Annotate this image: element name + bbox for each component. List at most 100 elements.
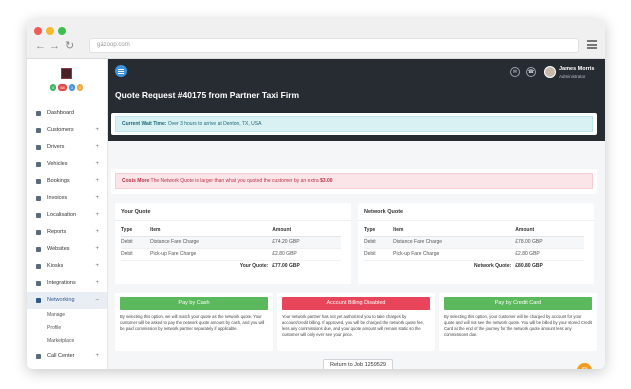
expand-icon[interactable]: + [95, 207, 99, 224]
column-header: Type [364, 225, 394, 237]
expand-icon[interactable]: + [95, 241, 99, 258]
kiosk-icon [36, 264, 41, 269]
expand-icon[interactable]: + [95, 348, 99, 365]
sidebar-item-integrations[interactable]: Integrations + [27, 275, 107, 292]
maximize-window-button[interactable] [58, 27, 66, 35]
cell-item: Distance Fare Charge [150, 236, 273, 249]
sidebar-item-label: Integrations [47, 280, 76, 286]
hamburger-icon[interactable] [587, 40, 597, 49]
sidebar-item-label: Dashboard [47, 110, 74, 116]
sidebar-item-websites[interactable]: Websites + [27, 241, 107, 258]
cell-type: Debit [364, 236, 394, 249]
table-row: Debit Pick-up Fare Charge £2.80 GBP [364, 248, 584, 261]
payment-card: Pay by Cash By selecting this option, we … [115, 293, 273, 351]
sidebar-item-label: Customers [47, 127, 74, 133]
sidebar-item-dashboard[interactable]: Dashboard [27, 105, 107, 122]
car-icon [36, 162, 41, 167]
payment-option-button[interactable]: Pay by Credit Card [444, 297, 592, 310]
user-name[interactable]: James Morris [559, 66, 594, 72]
total-label: Network Quote: [474, 263, 512, 270]
column-header: Type [121, 225, 151, 237]
column-header: Amount [515, 225, 584, 237]
column-header: Item [150, 225, 273, 237]
map-icon [36, 213, 41, 218]
chat-icon[interactable]: ✉ [577, 363, 592, 369]
menu-toggle-icon[interactable] [115, 65, 127, 77]
reload-icon[interactable]: ↻ [65, 40, 74, 52]
payment-card: Pay by Credit Card By selecting this opti… [439, 293, 597, 351]
total-row: Your Quote: £77.00 GBP [121, 260, 341, 272]
sidebar-item-call-center[interactable]: Call Center + [27, 348, 107, 365]
column-header: Amount [272, 225, 341, 237]
sidebar-item-invoices[interactable]: Invoices + [27, 190, 107, 207]
cost-text: The Network Quote is larger than what yo… [149, 178, 321, 184]
expand-icon[interactable]: + [95, 173, 99, 190]
return-to-job-button[interactable]: Return to Job 1259529 [323, 359, 393, 369]
expand-icon[interactable]: + [95, 258, 99, 275]
arrow-right-icon[interactable]: → [49, 40, 60, 52]
sidebar-subitem-marketplace[interactable]: Marketplace [27, 335, 107, 348]
cell-amount: £2.80 GBP [272, 248, 341, 261]
expand-icon[interactable]: + [95, 275, 99, 292]
sidebar-item-customers[interactable]: Customers + [27, 122, 107, 139]
expand-icon[interactable]: + [95, 139, 99, 156]
sidebar-subitem-profile[interactable]: Profile [27, 322, 107, 335]
expand-icon[interactable]: + [95, 156, 99, 173]
payment-option-button[interactable]: Account Billing Disabled [282, 297, 430, 310]
sidebar-item-vehicles[interactable]: Vehicles + [27, 156, 107, 173]
wait-time-label: Current Wait Time: [122, 121, 167, 127]
url-bar[interactable]: gazoop.com [89, 38, 579, 53]
sidebar-item-label: Call Center [47, 353, 75, 359]
sidebar-item-label: Invoices [47, 195, 68, 201]
notification-badges: 0 68 3 0 [50, 84, 84, 91]
browser-chrome: ← → ↻ gazoop.com [27, 19, 605, 59]
sidebar-item-kiosks[interactable]: Kiosks + [27, 258, 107, 275]
globe-icon [36, 247, 41, 252]
divider [358, 220, 594, 221]
cell-item: Pick-up Fare Charge [393, 248, 516, 261]
chart-icon [36, 230, 41, 235]
user-role: Administrator [559, 74, 586, 79]
home-icon [36, 111, 41, 116]
driver-icon [36, 145, 41, 150]
network-quote-card: Network Quote Type Item Amount Debit Distanc… [358, 203, 594, 284]
sidebar-item-drivers[interactable]: Drivers + [27, 139, 107, 156]
browser-window: ← → ↻ gazoop.com 0 68 3 0 Dashboard Customer… [27, 19, 605, 369]
sidebar-item-bookings[interactable]: Bookings + [27, 173, 107, 190]
sidebar-menu: Dashboard Customers + Drivers + Vehicles + Book… [27, 105, 107, 365]
network-icon [36, 298, 41, 303]
table-row: Debit Distance Fare Charge £78.00 GBP [364, 236, 584, 249]
your-quote-card: Your Quote Type Item Amount Debit Distance F… [115, 203, 351, 284]
cell-type: Debit [121, 236, 151, 249]
cost-amount: $3.00 [320, 178, 333, 184]
table-row: Debit Pick-up Fare Charge £2.80 GBP [121, 248, 341, 261]
table-header-row: Type Item Amount [364, 225, 584, 237]
your-quote-heading: Your Quote [121, 209, 151, 215]
total-label: Your Quote: [239, 263, 269, 270]
phone-icon[interactable]: ☎ [526, 67, 536, 77]
sidebar-subitem-manage[interactable]: Manage [27, 309, 107, 322]
cell-amount: £74.20 GBP [272, 236, 341, 249]
page-title: Quote Request #40175 from Partner Taxi F… [115, 90, 300, 100]
expand-icon[interactable]: + [95, 190, 99, 207]
expand-icon[interactable]: + [95, 224, 99, 241]
close-window-button[interactable] [34, 27, 42, 35]
sidebar-item-localisation[interactable]: Localisation + [27, 207, 107, 224]
mail-icon[interactable]: ✉ [510, 67, 520, 77]
payment-description: Your network partner has not yet authori… [282, 314, 424, 337]
expand-icon[interactable]: + [95, 122, 99, 139]
company-logo[interactable] [61, 68, 72, 79]
sidebar-item-label: Drivers [47, 144, 65, 150]
network-quote-table: Type Item Amount Debit Distance Fare Charge £… [364, 225, 584, 272]
sidebar-item-networking[interactable]: Networking – [27, 292, 107, 309]
cell-type: Debit [364, 248, 394, 261]
avatar[interactable] [544, 66, 556, 78]
network-quote-heading: Network Quote [364, 209, 404, 215]
payment-option-button[interactable]: Pay by Cash [120, 297, 268, 310]
sidebar-item-label: Localisation [47, 212, 77, 218]
sidebar-item-reports[interactable]: Reports + [27, 224, 107, 241]
arrow-left-icon[interactable]: ← [35, 40, 46, 52]
table-row: Debit Distance Fare Charge £74.20 GBP [121, 236, 341, 249]
expand-icon[interactable]: – [96, 292, 99, 309]
minimize-window-button[interactable] [46, 27, 54, 35]
